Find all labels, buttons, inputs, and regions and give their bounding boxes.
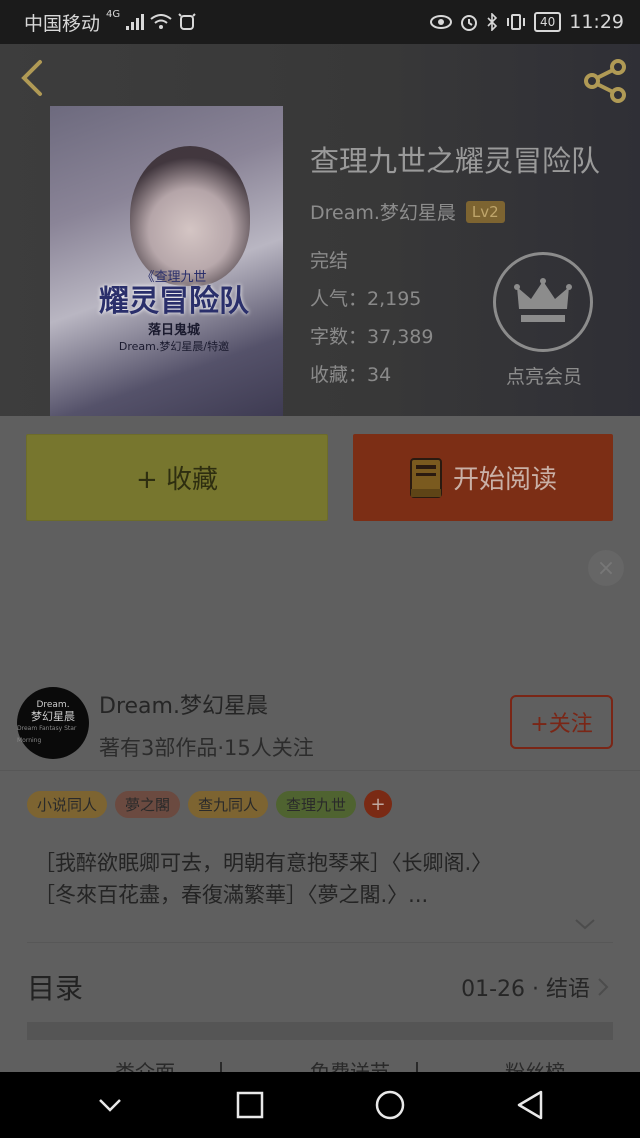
book-word-count: 字数：37,389: [310, 326, 434, 348]
book-popularity: 人气：2,195: [310, 288, 422, 310]
vip-button[interactable]: 点亮会员: [493, 252, 595, 389]
chevron-right-icon: [598, 978, 609, 996]
triangle-back-icon: [517, 1090, 543, 1120]
share-icon[interactable]: [580, 56, 630, 106]
toc-latest-chapter[interactable]: 01-26 · 结语: [461, 971, 610, 1003]
tag-chip[interactable]: 查理九世: [276, 790, 357, 818]
vip-label: 点亮会员: [505, 366, 582, 388]
book-favorites: 收藏：34: [310, 364, 392, 386]
start-reading-button[interactable]: 开始阅读: [353, 434, 613, 521]
system-nav-bar: [0, 1072, 640, 1138]
book-cover[interactable]: 《查理九世 耀灵冒险队 落日鬼城 Dream.梦幻星晨/特邀: [50, 106, 283, 416]
book-icon: [409, 457, 442, 498]
section-separator: [27, 1022, 613, 1040]
book-status: 完结: [310, 250, 349, 272]
bluetooth-icon: [487, 13, 498, 31]
crown-icon: [514, 278, 572, 322]
square-icon: [236, 1091, 264, 1119]
tag-chip[interactable]: 夢之閣: [115, 790, 181, 818]
cover-volume: 落日鬼城: [147, 323, 200, 338]
intro-line: ［冬來百花盡，春復滿繁華］〈夢之閣.〉...: [34, 883, 429, 907]
signal-icon: [126, 14, 145, 30]
alarm-icon: [460, 15, 477, 31]
chevron-down-icon: [99, 1099, 121, 1112]
wifi-icon: [150, 14, 172, 29]
tag-list: 小说同人 夢之閣 查九同人 查理九世 +: [27, 790, 393, 818]
nav-home-button[interactable]: [370, 1085, 410, 1125]
latest-chapter-label: 01-26 · 结语: [461, 977, 590, 1002]
follow-button[interactable]: +关注: [510, 695, 613, 749]
bottom-tab[interactable]: 粉丝榜: [505, 1056, 565, 1072]
book-detail-body: + 收藏 开始阅读 × Dream. 梦幻星晨 Dream Fantasy St…: [0, 416, 640, 1072]
author-name[interactable]: Dream.梦幻星晨: [99, 688, 268, 720]
collect-button[interactable]: + 收藏: [26, 434, 328, 521]
tab-divider: [416, 1062, 418, 1072]
level-badge: Lv2: [465, 200, 505, 223]
clock: 11:29: [569, 11, 624, 33]
intro-line: ［我醉欲眠卿可去，明朝有意抱琴来］〈长卿阁.〉: [34, 851, 493, 875]
tab-divider: [220, 1062, 222, 1072]
cover-title: 耀灵冒险队: [99, 284, 249, 319]
close-icon[interactable]: ×: [588, 550, 624, 586]
start-reading-label: 开始阅读: [452, 465, 557, 495]
network-type: 4G: [106, 8, 121, 20]
nav-hide-button[interactable]: [90, 1085, 130, 1125]
divider: [0, 770, 640, 771]
nav-back-button[interactable]: [510, 1085, 550, 1125]
book-title: 查理九世之耀灵冒险队: [310, 144, 601, 178]
tag-chip[interactable]: 小说同人: [27, 790, 108, 818]
cover-author: Dream.梦幻星晨/特邀: [118, 340, 230, 353]
chevron-down-icon[interactable]: [573, 916, 597, 932]
carrier-name: 中国移动: [24, 12, 101, 35]
nav-recents-button[interactable]: [230, 1085, 270, 1125]
book-author[interactable]: Dream.梦幻星晨: [310, 198, 456, 225]
add-tag-button[interactable]: +: [364, 790, 393, 818]
status-bar: 中国移动 4G 40 11:29: [0, 0, 640, 44]
toc-label[interactable]: 目录: [27, 967, 83, 1007]
author-avatar[interactable]: Dream. 梦幻星晨 Dream Fantasy Star Morning: [17, 687, 89, 759]
book-intro[interactable]: ［我醉欲眠卿可去，明朝有意抱琴来］〈长卿阁.〉 ［冬來百花盡，春復滿繁華］〈夢之…: [34, 847, 594, 911]
author-description: 著有3部作品·15人关注: [99, 736, 314, 760]
vibrate-icon: [506, 14, 525, 30]
battery-icon: 40: [533, 12, 562, 32]
eye-icon: [429, 15, 452, 29]
notification-icon: [178, 13, 196, 30]
cover-series: 《查理九世: [141, 270, 207, 285]
back-arrow-icon[interactable]: [14, 58, 54, 98]
bottom-tabs: 类介面 免费送节 粉丝榜: [0, 1056, 640, 1072]
bottom-tab[interactable]: 类介面: [115, 1056, 175, 1072]
book-header: 《查理九世 耀灵冒险队 落日鬼城 Dream.梦幻星晨/特邀 查理九世之耀灵冒险…: [0, 44, 640, 416]
divider: [27, 942, 613, 943]
circle-icon: [375, 1090, 405, 1120]
bottom-tab[interactable]: 免费送节: [310, 1056, 390, 1072]
cover-illustration: [130, 146, 250, 286]
tag-chip[interactable]: 查九同人: [188, 790, 269, 818]
